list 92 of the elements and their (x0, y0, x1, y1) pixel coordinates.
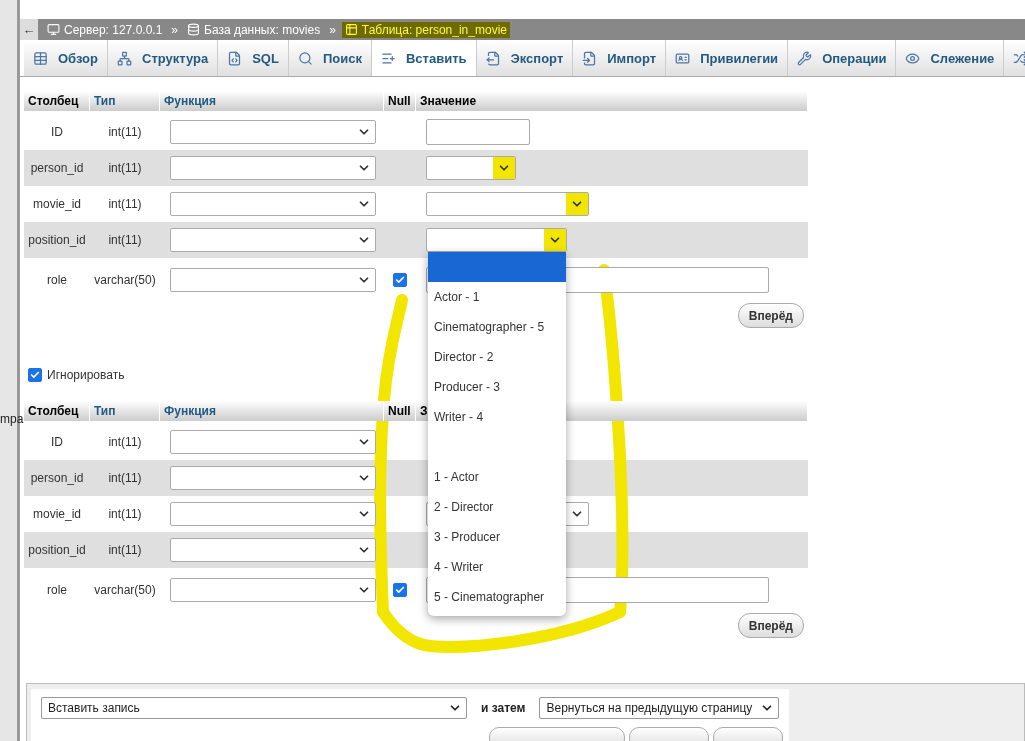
column-header: Значение (416, 91, 808, 111)
tab[interactable]: Экспорт (476, 40, 574, 76)
function-select[interactable] (170, 228, 376, 252)
database-icon (187, 23, 200, 36)
column-type: int(11) (108, 435, 142, 449)
dropdown-option[interactable]: Cinematographer - 5 (428, 312, 566, 342)
value-select[interactable] (426, 228, 567, 252)
tab[interactable]: Слежение (896, 40, 1005, 76)
dropdown-option[interactable]: Producer - 3 (428, 372, 566, 402)
tab-icon (33, 50, 48, 66)
column-name: movie_id (33, 507, 81, 521)
submit-button[interactable]: Вперёд (737, 613, 804, 638)
monitor-icon (47, 23, 60, 36)
column-name: person_id (30, 161, 84, 175)
tab-icon (380, 50, 396, 66)
tab-icon (905, 50, 921, 66)
tab-icon (485, 50, 501, 66)
breadcrumb-separator: » (171, 22, 178, 37)
after-select[interactable]: Вернуться на предыдущую страницу (539, 697, 780, 719)
tab-icon (675, 50, 691, 66)
table-icon (344, 23, 358, 36)
dropdown-option[interactable]: Actor - 1 (428, 282, 566, 312)
function-select[interactable] (170, 466, 376, 490)
column-name: role (47, 582, 67, 597)
column-name: person_id (30, 471, 84, 485)
column-header: Столбец (24, 401, 90, 421)
null-checkbox[interactable] (393, 582, 407, 597)
tab[interactable]: SQL (218, 40, 289, 76)
dropdown-option[interactable]: 3 - Producer (428, 522, 566, 552)
submit-button[interactable]: Вперёд (737, 303, 804, 328)
function-select[interactable] (170, 538, 376, 562)
function-select[interactable] (170, 120, 376, 144)
column-header: Столбец (24, 91, 90, 111)
dropdown-option[interactable]: Director - 2 (428, 342, 566, 372)
function-select[interactable] (170, 430, 376, 454)
dropdown-option[interactable]: 5 - Cinematographer (428, 582, 566, 612)
checkbox[interactable] (28, 368, 42, 382)
tab[interactable]: Структура (108, 40, 219, 76)
column-header[interactable]: Функция (160, 401, 384, 421)
side-text: mpa (0, 412, 24, 426)
column-type: int(11) (108, 543, 142, 557)
action-select[interactable]: Вставить запись (41, 697, 467, 719)
column-header: Null (384, 91, 416, 111)
column-name: position_id (28, 233, 86, 247)
column-name: ID (51, 125, 63, 139)
value-select[interactable] (426, 156, 516, 180)
column-header[interactable]: Тип (90, 91, 160, 111)
column-header[interactable]: Тип (90, 401, 160, 421)
dropdown-option[interactable]: 2 - Director (428, 492, 566, 522)
tab-icon (582, 50, 598, 66)
tab-icon (797, 50, 813, 66)
function-select[interactable] (170, 502, 376, 526)
function-select[interactable] (170, 577, 376, 602)
checkbox-label: Игнорировать (47, 368, 125, 382)
tab-icon (1013, 50, 1025, 66)
column-type: int(11) (108, 233, 142, 247)
text-input[interactable] (426, 119, 530, 145)
tab[interactable]: Обзор (24, 40, 108, 76)
tab[interactable]: Поиск (288, 40, 372, 76)
column-type: int(11) (108, 507, 142, 521)
function-select[interactable] (170, 267, 376, 292)
tab-icon (227, 50, 243, 66)
function-select[interactable] (170, 192, 376, 216)
column-type: int(11) (108, 471, 142, 485)
breadcrumb-link[interactable]: База данных: movies (184, 21, 324, 38)
tab-icon (117, 50, 132, 66)
column-header[interactable]: Функция (160, 91, 384, 111)
tab[interactable]: Операции (788, 40, 897, 76)
column-type: int(11) (108, 161, 142, 175)
back-link[interactable]: ← (20, 19, 38, 40)
dropdown-option[interactable]: 1 - Actor (428, 462, 566, 492)
column-type: int(11) (108, 125, 142, 139)
value-select[interactable] (426, 192, 589, 216)
dropdown-option[interactable]: Writer - 4 (428, 402, 566, 432)
breadcrumb-separator: » (329, 22, 336, 37)
column-type: int(11) (108, 197, 142, 211)
column-type: varchar(50) (94, 272, 156, 287)
then-label: и затем (481, 700, 526, 717)
breadcrumb-link[interactable]: Таблица: person_in_movie (341, 21, 510, 38)
tab-icon (297, 50, 313, 66)
breadcrumb-link[interactable]: Сервер: 127.0.0.1 (44, 21, 166, 38)
column-name: role (47, 272, 67, 287)
column-name: position_id (28, 543, 86, 557)
dropdown-option[interactable]: 4 - Writer (428, 552, 566, 582)
tab[interactable]: Импорт (573, 40, 667, 76)
column-type: varchar(50) (94, 582, 156, 597)
column-name: movie_id (33, 197, 81, 211)
tab[interactable]: Привилегии (666, 40, 789, 76)
column-header: Null (384, 401, 416, 421)
function-select[interactable] (170, 156, 376, 180)
null-checkbox[interactable] (393, 272, 407, 287)
column-name: ID (51, 435, 63, 449)
